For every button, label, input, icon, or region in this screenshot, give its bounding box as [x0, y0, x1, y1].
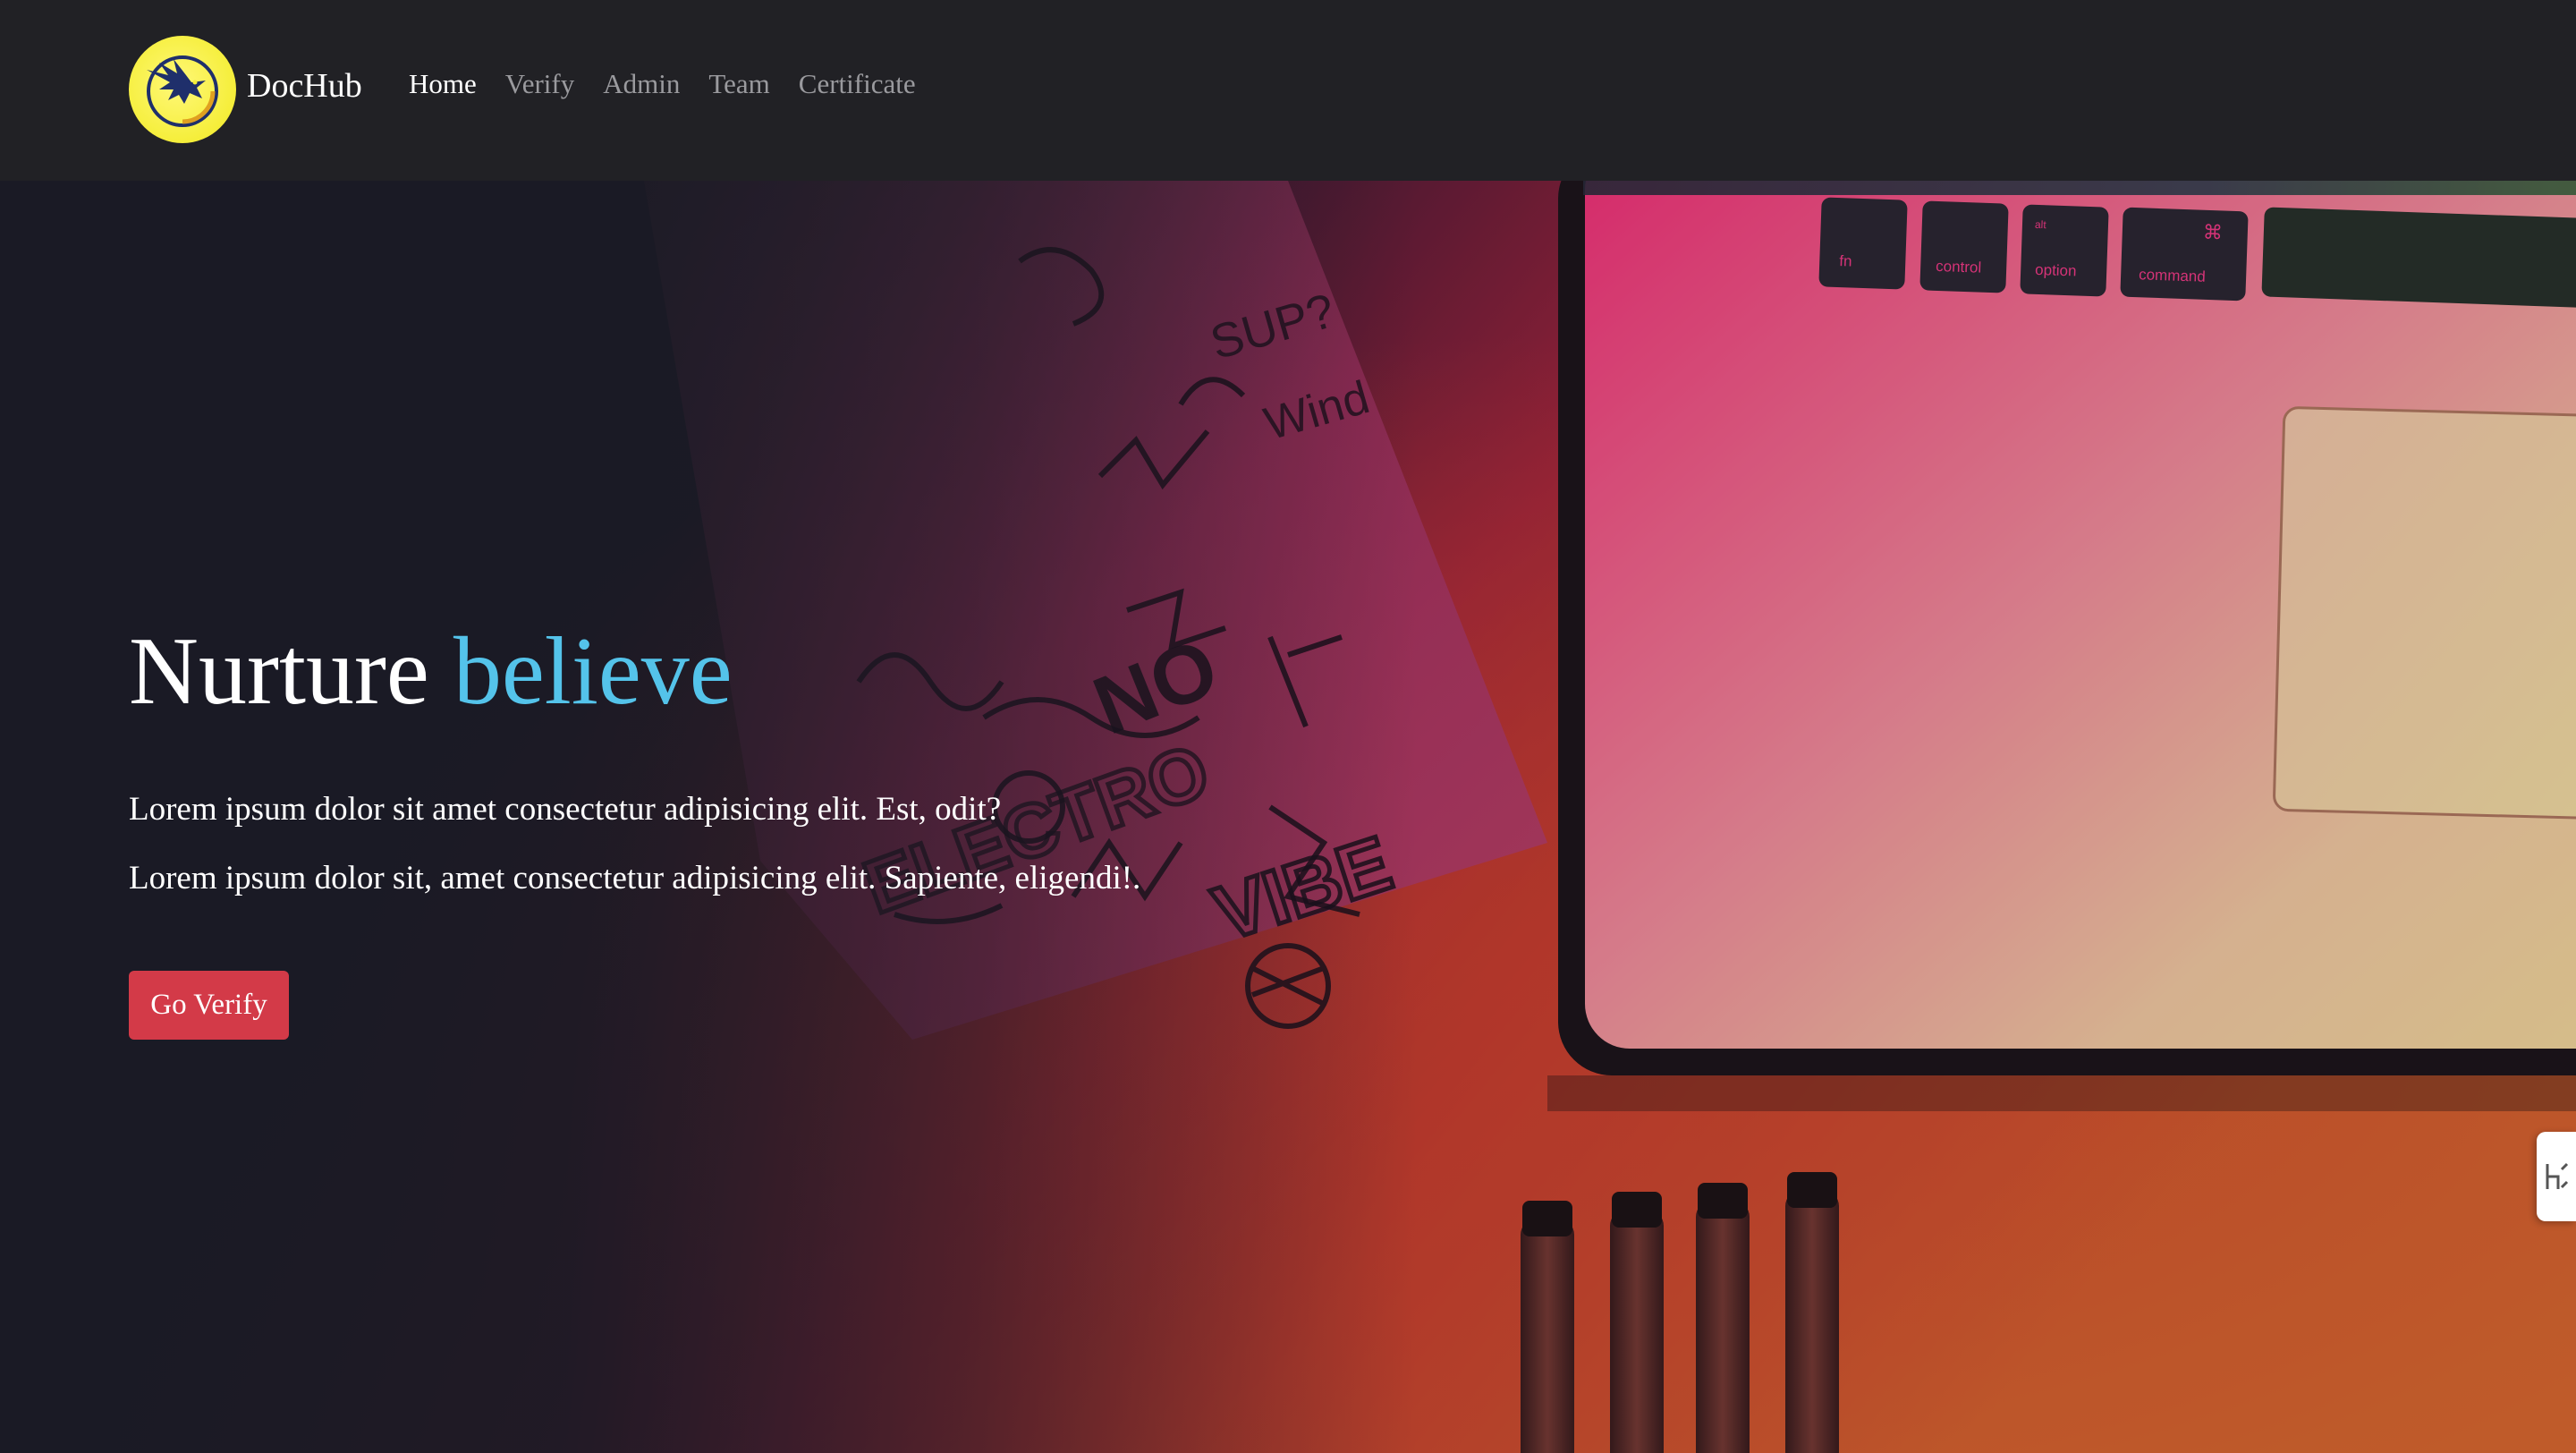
nav-item-home[interactable]: Home	[409, 68, 477, 100]
navbar: DocHub Home Verify Admin Team Certificat…	[0, 0, 2576, 181]
hypothesis-icon	[2546, 1162, 2569, 1189]
hero-paragraph-1: Lorem ipsum dolor sit amet consectetur a…	[129, 790, 1002, 828]
hero-paragraph-2: Lorem ipsum dolor sit, amet consectetur …	[129, 860, 1141, 897]
hero-title-main: Nurture	[129, 618, 429, 725]
nav-item-verify[interactable]: Verify	[505, 68, 574, 100]
hero-title-accent: believe	[453, 618, 733, 725]
hero-section: NO VIBE ELECTRO SUP? Wind fn control alt…	[0, 181, 2576, 1453]
nav-links: Home Verify Admin Team Certificate	[409, 68, 945, 100]
hero-content: Nurture believe Lorem ipsum dolor sit am…	[129, 618, 1470, 1040]
nav-item-team[interactable]: Team	[708, 68, 769, 100]
go-verify-button[interactable]: Go Verify	[129, 970, 289, 1040]
eagle-logo-icon	[129, 36, 236, 143]
brand-link[interactable]: DocHub	[129, 36, 362, 143]
brand-name: DocHub	[247, 67, 362, 105]
nav-item-certificate[interactable]: Certificate	[799, 68, 916, 100]
hypothesis-sidebar-tab[interactable]	[2537, 1132, 2576, 1221]
nav-item-admin[interactable]: Admin	[603, 68, 680, 100]
hero-title: Nurture believe	[129, 618, 1470, 726]
